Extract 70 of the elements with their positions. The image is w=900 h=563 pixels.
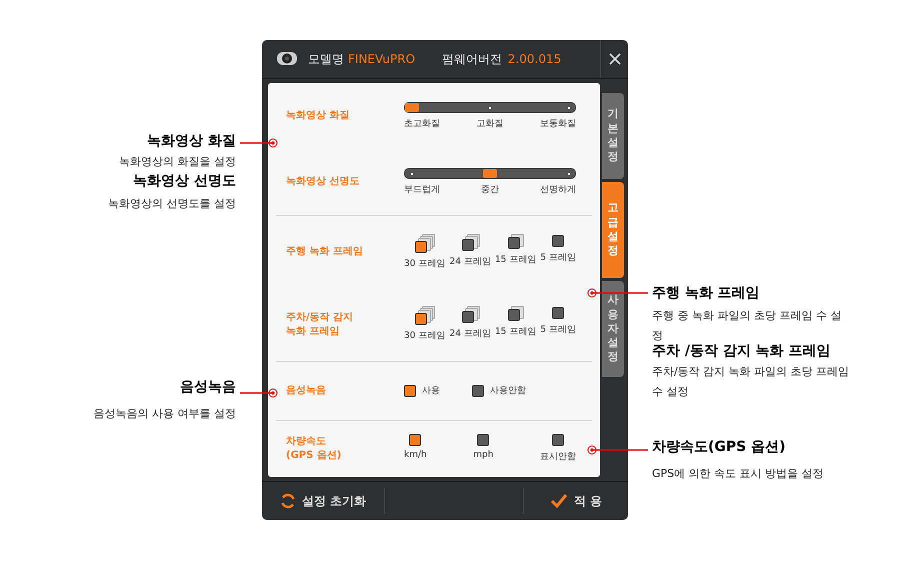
frame-rate-option[interactable] bbox=[508, 234, 524, 249]
reset-button[interactable]: 설정 초기화 bbox=[262, 482, 384, 520]
setting-label: 음성녹음 bbox=[285, 384, 327, 398]
option-label: 사용 bbox=[422, 385, 440, 398]
frame-rate-option[interactable] bbox=[552, 234, 564, 247]
apply-button[interactable]: 적 용 bbox=[524, 482, 628, 520]
option-label: 24 프레임 bbox=[449, 328, 491, 340]
checkmark-icon bbox=[550, 493, 568, 509]
option-label: 24 프레임 bbox=[449, 256, 491, 268]
option-label: 사용안함 bbox=[490, 385, 526, 398]
slider-option-label: 선명하게 bbox=[540, 184, 576, 196]
model-value: FINEVuPRO bbox=[348, 52, 416, 66]
slider-option-label: 고화질 bbox=[476, 118, 504, 130]
refresh-icon bbox=[280, 493, 296, 509]
option-label: 30 프레임 bbox=[404, 330, 446, 342]
option-checkbox[interactable] bbox=[404, 384, 416, 397]
callout-text: 녹화영상의 화질을 설정 bbox=[118, 154, 236, 170]
slider-track[interactable] bbox=[404, 168, 576, 179]
leader-line bbox=[240, 388, 278, 398]
model-label: 모델명 bbox=[308, 50, 344, 68]
settings-tab[interactable]: 고급설정 bbox=[602, 182, 624, 278]
setting-label: 녹화영상 선명도 bbox=[285, 174, 360, 189]
frame-rate-option[interactable] bbox=[415, 307, 434, 326]
settings-tab[interactable]: 기본설정 bbox=[602, 93, 624, 179]
callout-text: GPS에 의한 속도 표시 방법을 설정 bbox=[652, 466, 825, 482]
firmware-label: 펌웨어버전 bbox=[442, 50, 502, 68]
slider-thumb[interactable] bbox=[405, 102, 419, 112]
slider-option-label: 부드럽게 bbox=[404, 184, 440, 196]
camera-icon bbox=[276, 51, 298, 67]
option-label: 5 프레임 bbox=[540, 324, 576, 336]
leader-line bbox=[240, 138, 278, 148]
callout-title: 음성녹음 bbox=[179, 378, 236, 396]
option-checkbox[interactable] bbox=[409, 434, 422, 446]
callout-title: 주행 녹화 프레임 bbox=[652, 284, 761, 302]
settings-tab[interactable]: 사용자설정 bbox=[602, 281, 624, 377]
option-label: 15 프레임 bbox=[494, 326, 536, 338]
option-label: 15 프레임 bbox=[494, 254, 536, 266]
callout-title: 녹화영상 선명도 bbox=[132, 172, 236, 190]
setting-label: 주차/동작 감지 녹화 프레임 bbox=[285, 310, 354, 339]
callout-text: 음성녹음의 사용 여부를 설정 bbox=[92, 406, 236, 422]
callout-text: 주차/동작 감지 녹화 파일의 초당 프레임 수 설정 bbox=[652, 364, 850, 400]
option-checkbox[interactable] bbox=[552, 434, 564, 446]
callout-title: 주차 /동작 감지 녹화 프레임 bbox=[652, 342, 832, 360]
option-label: 표시안함 bbox=[540, 451, 576, 464]
setting-label: 주행 녹화 프레임 bbox=[285, 245, 364, 260]
callout-text: 주행 중 녹화 파일의 초당 프레임 수 설정 bbox=[652, 308, 842, 344]
option-label: mph bbox=[473, 450, 494, 460]
option-label: km/h bbox=[404, 450, 427, 460]
frame-rate-option[interactable] bbox=[415, 234, 434, 253]
option-checkbox[interactable] bbox=[472, 384, 484, 397]
frame-rate-option[interactable] bbox=[508, 307, 524, 322]
firmware-value: 2.00.015 bbox=[508, 52, 562, 66]
setting-label: 차량속도 (GPS 옵션) bbox=[285, 434, 342, 463]
slider-option-label: 초고화질 bbox=[404, 118, 440, 130]
frame-rate-option[interactable] bbox=[552, 307, 564, 320]
frame-rate-option[interactable] bbox=[462, 307, 479, 324]
slider-option-label: 중간 bbox=[481, 184, 499, 196]
leader-line bbox=[588, 446, 648, 454]
slider-option-label: 보통화질 bbox=[540, 118, 576, 130]
callout-title: 녹화영상 화질 bbox=[146, 132, 236, 150]
option-label: 5 프레임 bbox=[540, 252, 576, 264]
slider-track[interactable] bbox=[404, 102, 576, 113]
option-checkbox[interactable] bbox=[477, 434, 490, 446]
frame-rate-option[interactable] bbox=[462, 234, 479, 251]
slider-thumb[interactable] bbox=[483, 168, 497, 178]
option-label: 30 프레임 bbox=[404, 258, 446, 270]
setting-label: 녹화영상 화질 bbox=[285, 108, 350, 123]
callout-text: 녹화영상의 선명도를 설정 bbox=[107, 196, 236, 212]
callout-title: 차량속도(GPS 옵션) bbox=[652, 438, 787, 456]
close-icon bbox=[608, 53, 620, 65]
